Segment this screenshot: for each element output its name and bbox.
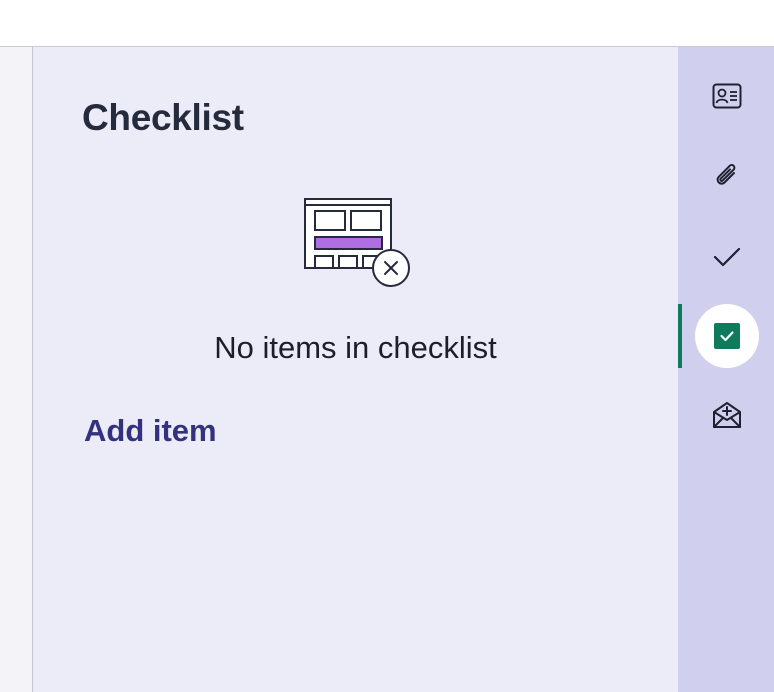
contact-card-button[interactable] xyxy=(695,64,759,128)
left-content-strip xyxy=(0,47,33,692)
checkmark-icon xyxy=(713,247,741,267)
checklist-button[interactable] xyxy=(695,304,759,368)
contact-card-icon xyxy=(712,83,742,109)
top-bar xyxy=(0,0,774,47)
attachments-button[interactable] xyxy=(695,144,759,208)
checklist-panel: Checklist No items in checklist Add item xyxy=(33,47,678,692)
paperclip-icon xyxy=(716,164,736,185)
add-item-button[interactable]: Add item xyxy=(84,413,217,449)
email-add-icon xyxy=(713,402,741,428)
compose-email-button[interactable] xyxy=(695,383,759,447)
panel-title: Checklist xyxy=(82,97,244,138)
right-side-rail xyxy=(678,47,774,692)
empty-state-message: No items in checklist xyxy=(214,330,497,365)
active-indicator xyxy=(678,304,682,368)
empty-checklist-illustration xyxy=(304,198,410,287)
tasks-button[interactable] xyxy=(695,225,759,289)
checkbox-checked-icon xyxy=(714,323,740,349)
